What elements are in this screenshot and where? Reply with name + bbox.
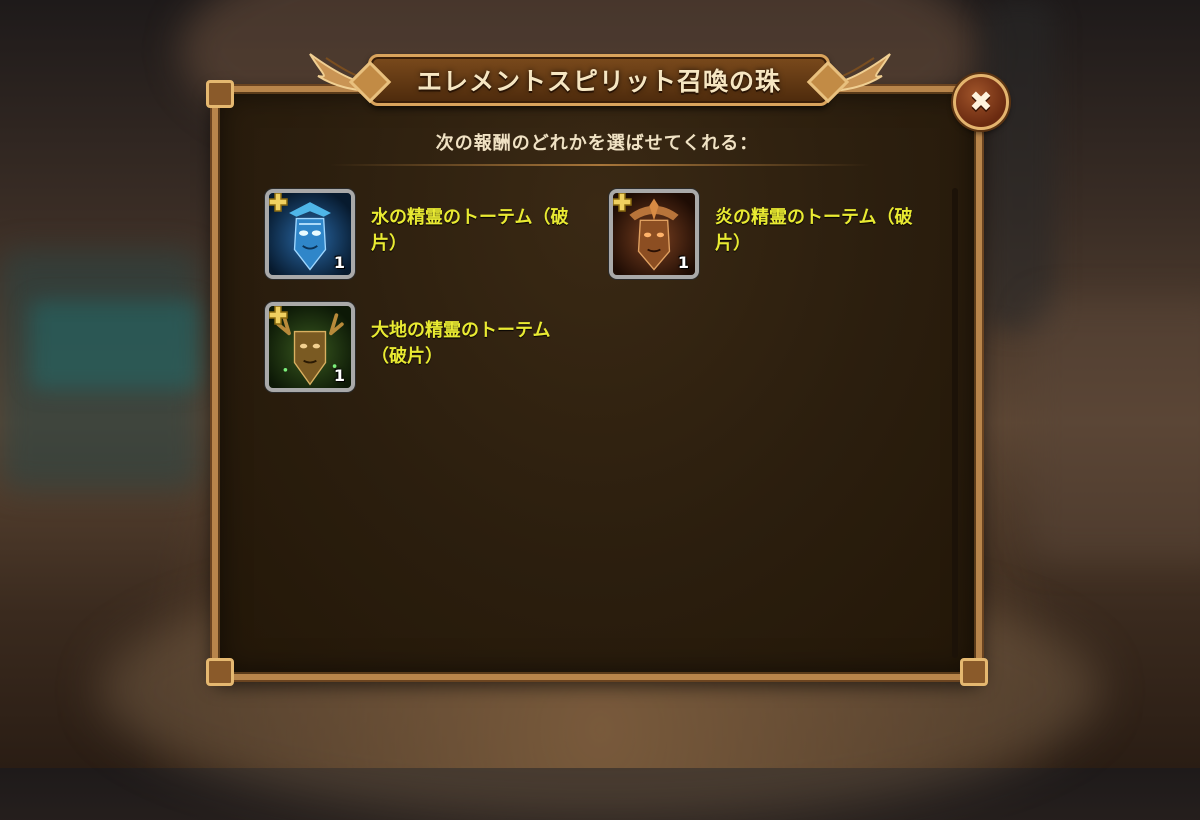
reward-item-water-totem[interactable]: 1 水の精霊のトーテム（破片） (265, 189, 585, 283)
reward-icon-frame[interactable]: 1 (265, 189, 355, 279)
reward-icon-frame[interactable]: 1 (265, 302, 355, 392)
reward-quantity: 1 (333, 253, 345, 272)
panel-corner-ornament (960, 658, 988, 686)
background-tower (985, 0, 1055, 330)
panel-corner-ornament (206, 658, 234, 686)
close-icon: ✖ (969, 85, 993, 118)
divider (330, 164, 870, 166)
reward-item-fire-totem[interactable]: 1 炎の精霊のトーテム（破片） (609, 189, 929, 283)
reward-icon-frame[interactable]: 1 (609, 189, 699, 279)
scrollbar[interactable] (952, 188, 958, 658)
reward-quantity: 1 (677, 253, 689, 272)
dialog-title: エレメントスピリット召喚の珠 (416, 67, 781, 96)
shard-icon (613, 193, 632, 212)
close-button[interactable]: ✖ (953, 74, 1009, 130)
background-wall (1030, 300, 1200, 560)
reward-label: 水の精霊のトーテム（破片） (371, 207, 569, 254)
reward-quantity: 1 (333, 366, 345, 385)
shard-icon (269, 193, 288, 212)
shard-icon (269, 306, 288, 325)
title-plaque: エレメントスピリット召喚の珠 (368, 54, 830, 106)
background-roof (30, 300, 200, 390)
reward-item-earth-totem[interactable]: 1 大地の精霊のトーテム（破片） (265, 302, 585, 396)
reward-label: 炎の精霊のトーテム（破片） (715, 207, 913, 254)
panel-corner-ornament (206, 80, 234, 108)
reward-label: 大地の精霊のトーテム（破片） (371, 320, 551, 367)
dialog-subtitle: 次の報酬のどれかを選ばせてくれる： (435, 133, 759, 154)
